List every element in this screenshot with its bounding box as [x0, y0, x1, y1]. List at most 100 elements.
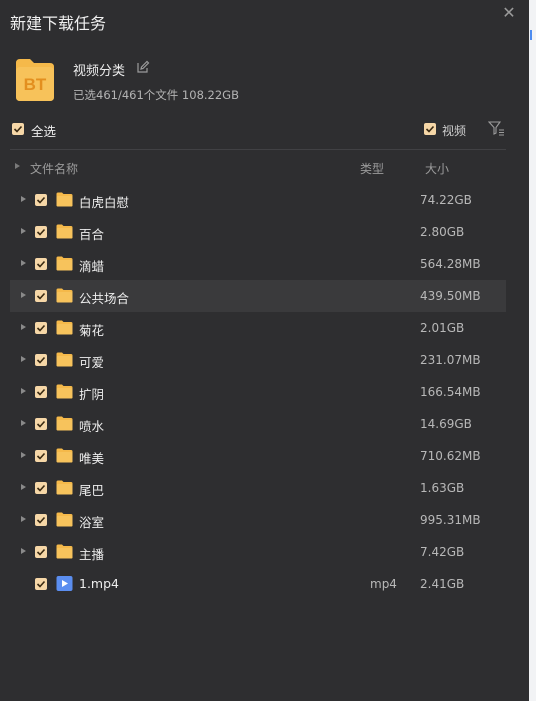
- expand-all-icon[interactable]: [15, 163, 20, 169]
- video-filter-checkbox[interactable]: [424, 123, 436, 135]
- folder-icon: [56, 448, 73, 463]
- dialog-title: 新建下载任务: [10, 14, 107, 33]
- background-window-edge: [529, 0, 536, 701]
- column-header-size[interactable]: 大小: [425, 160, 449, 177]
- folder-icon: [56, 512, 73, 527]
- file-list: 白虎白慰 74.22GB 百合 2.80GB 滴蜡 564.28MB 公共场合 439.50M…: [10, 184, 506, 600]
- row-size: 74.22GB: [420, 193, 472, 207]
- check-icon: [36, 580, 46, 588]
- new-download-task-dialog: 新建下载任务 ✕ BT 视频分类 已选461/461个文件 108.22GB 全…: [0, 0, 529, 701]
- row-size: 7.42GB: [420, 545, 465, 559]
- folder-icon: [56, 384, 73, 399]
- folder-icon: [56, 480, 73, 495]
- folder-icon: [56, 320, 73, 335]
- check-icon: [13, 125, 23, 133]
- row-name: 滴蜡: [79, 259, 105, 274]
- column-header-type[interactable]: 类型: [360, 160, 384, 177]
- folder-icon: [56, 256, 73, 271]
- expand-arrow-icon[interactable]: [21, 420, 26, 426]
- check-icon: [36, 196, 46, 204]
- check-icon: [36, 292, 46, 300]
- expand-arrow-icon[interactable]: [21, 548, 26, 554]
- folder-icon: [56, 544, 73, 559]
- file-list-row[interactable]: 可爱 231.07MB: [10, 344, 506, 376]
- row-checkbox[interactable]: [35, 450, 47, 462]
- row-checkbox[interactable]: [35, 322, 47, 334]
- check-icon: [36, 484, 46, 492]
- video-file-icon: [56, 576, 73, 591]
- file-list-row[interactable]: 尾巴 1.63GB: [10, 472, 506, 504]
- row-size: 2.41GB: [420, 577, 465, 591]
- row-checkbox[interactable]: [35, 194, 47, 206]
- column-header-name[interactable]: 文件名称: [30, 160, 78, 177]
- check-icon: [36, 260, 46, 268]
- expand-arrow-icon[interactable]: [21, 292, 26, 298]
- file-list-row[interactable]: 公共场合 439.50MB: [10, 280, 506, 312]
- file-list-row[interactable]: 唯美 710.62MB: [10, 440, 506, 472]
- expand-arrow-icon[interactable]: [21, 452, 26, 458]
- close-icon[interactable]: ✕: [500, 4, 518, 22]
- row-name: 主播: [79, 547, 105, 562]
- expand-arrow-icon[interactable]: [21, 388, 26, 394]
- video-filter-label: 视频: [442, 124, 467, 138]
- check-icon: [36, 388, 46, 396]
- expand-arrow-icon[interactable]: [21, 228, 26, 234]
- row-checkbox[interactable]: [35, 354, 47, 366]
- row-checkbox[interactable]: [35, 418, 47, 430]
- row-checkbox[interactable]: [35, 290, 47, 302]
- expand-arrow-icon[interactable]: [21, 324, 26, 330]
- select-all-checkbox[interactable]: [12, 123, 24, 135]
- task-name: 视频分类: [73, 64, 126, 79]
- check-icon: [36, 516, 46, 524]
- file-list-row[interactable]: 喷水 14.69GB: [10, 408, 506, 440]
- row-type: mp4: [370, 577, 397, 591]
- row-checkbox[interactable]: [35, 226, 47, 238]
- file-list-row[interactable]: 扩阴 166.54MB: [10, 376, 506, 408]
- row-checkbox[interactable]: [35, 578, 47, 590]
- file-list-row[interactable]: 菊花 2.01GB: [10, 312, 506, 344]
- selection-summary: 已选461/461个文件 108.22GB: [73, 88, 239, 102]
- row-name: 浴室: [79, 515, 105, 530]
- row-checkbox[interactable]: [35, 514, 47, 526]
- file-list-row[interactable]: 主播 7.42GB: [10, 536, 506, 568]
- row-size: 231.07MB: [420, 353, 481, 367]
- check-icon: [36, 324, 46, 332]
- expand-arrow-icon[interactable]: [21, 196, 26, 202]
- row-size: 710.62MB: [420, 449, 481, 463]
- file-list-row[interactable]: 1.mp4 mp4 2.41GB: [10, 568, 506, 600]
- bt-torrent-icon: BT: [16, 59, 54, 101]
- folder-icon: [56, 352, 73, 367]
- row-name: 喷水: [79, 419, 105, 434]
- row-size: 2.80GB: [420, 225, 465, 239]
- expand-arrow-icon[interactable]: [21, 260, 26, 266]
- filter-icon[interactable]: [488, 120, 506, 136]
- divider: [10, 149, 506, 150]
- expand-arrow-icon[interactable]: [21, 516, 26, 522]
- row-name: 白虎白慰: [79, 195, 130, 210]
- check-icon: [36, 420, 46, 428]
- row-checkbox[interactable]: [35, 482, 47, 494]
- expand-arrow-icon[interactable]: [21, 484, 26, 490]
- check-icon: [36, 228, 46, 236]
- row-size: 439.50MB: [420, 289, 481, 303]
- file-list-row[interactable]: 浴室 995.31MB: [10, 504, 506, 536]
- edit-icon[interactable]: [136, 60, 150, 74]
- bt-icon-text: BT: [24, 75, 47, 94]
- row-checkbox[interactable]: [35, 258, 47, 270]
- file-list-row[interactable]: 滴蜡 564.28MB: [10, 248, 506, 280]
- row-checkbox[interactable]: [35, 386, 47, 398]
- row-size: 166.54MB: [420, 385, 481, 399]
- row-checkbox[interactable]: [35, 546, 47, 558]
- check-icon: [36, 356, 46, 364]
- check-icon: [425, 125, 435, 133]
- row-name: 尾巴: [79, 483, 105, 498]
- check-icon: [36, 548, 46, 556]
- file-list-row[interactable]: 百合 2.80GB: [10, 216, 506, 248]
- row-name: 1.mp4: [79, 576, 119, 591]
- row-name: 公共场合: [79, 291, 130, 306]
- folder-icon: [56, 224, 73, 239]
- file-list-row[interactable]: 白虎白慰 74.22GB: [10, 184, 506, 216]
- row-name: 菊花: [79, 323, 105, 338]
- folder-icon: [56, 288, 73, 303]
- expand-arrow-icon[interactable]: [21, 356, 26, 362]
